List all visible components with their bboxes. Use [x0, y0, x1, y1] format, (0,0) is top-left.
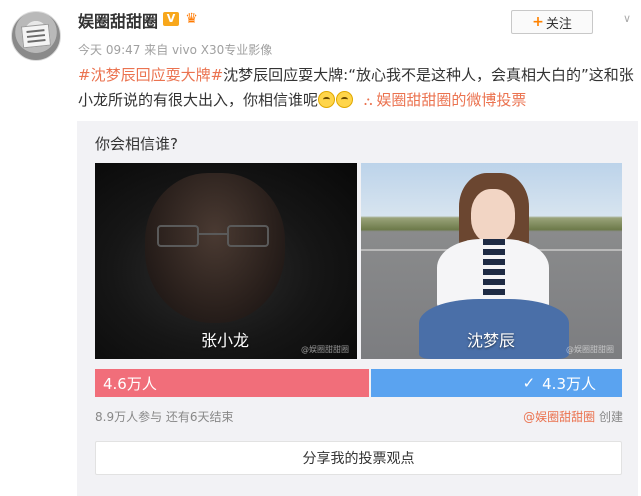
- image-watermark: @娱圈甜甜圈: [301, 345, 349, 354]
- poll-question: 你会相信谁?: [95, 135, 178, 153]
- post-meta: 今天 09:47 来自 vivo X30专业影像: [78, 43, 273, 57]
- poll-result-bar-zhang[interactable]: 4.6万人: [95, 369, 369, 397]
- image-watermark: @娱圈甜甜圈: [566, 345, 614, 354]
- man-face-graphic: [145, 173, 285, 323]
- check-icon: ✓: [522, 374, 536, 392]
- smile-emoji-icon: [336, 91, 354, 108]
- poll-option-label: 张小龙: [201, 331, 250, 350]
- avatar[interactable]: [11, 11, 61, 61]
- poll-stats: 8.9万人参与 还有6天结束: [95, 410, 234, 424]
- poll-option-label: 沈梦辰: [467, 331, 516, 350]
- poll-votes: 4.6万人: [103, 374, 157, 393]
- post-text: #沈梦辰回应耍大牌#沈梦辰回应耍大牌:“放心我不是这种人，会真相大白的”这和张小…: [78, 63, 636, 114]
- poll-icon: ⛬: [364, 94, 373, 108]
- verified-v-icon: V: [163, 12, 179, 26]
- avatar-paper-graphic: [20, 23, 52, 49]
- username[interactable]: 娱圈甜甜圈: [78, 8, 158, 32]
- share-vote-button[interactable]: 分享我的投票观点: [95, 441, 622, 475]
- poll-creator: @娱圈甜甜圈 创建: [523, 408, 623, 425]
- follow-label: 关注: [545, 16, 572, 32]
- plus-icon: +: [532, 14, 544, 30]
- smile-emoji-icon: [318, 91, 336, 108]
- poll-option-image-zhang[interactable]: 张小龙 @娱圈甜甜圈: [95, 163, 357, 359]
- poll-votes: 4.3万人: [542, 374, 596, 393]
- crown-icon: ♛: [185, 11, 198, 27]
- glasses-graphic: [157, 225, 277, 247]
- poll-card: 你会相信谁? 张小龙 @娱圈甜甜圈 沈梦辰 @娱圈甜甜圈 4.6万人 ✓ 4.3…: [77, 121, 638, 496]
- poll-link[interactable]: ⛬ 娱圈甜甜圈的微博投票: [364, 91, 526, 109]
- creator-suffix: 创建: [595, 410, 623, 424]
- follow-button[interactable]: + 关注: [511, 10, 593, 34]
- hashtag-link[interactable]: #沈梦辰回应耍大牌#: [78, 66, 223, 84]
- poll-result-bar-shen[interactable]: ✓ 4.3万人: [371, 369, 622, 397]
- poll-option-image-shen[interactable]: 沈梦辰 @娱圈甜甜圈: [361, 163, 622, 359]
- poll-link-label: 娱圈甜甜圈的微博投票: [376, 91, 527, 109]
- chevron-down-icon[interactable]: ∨: [620, 12, 634, 26]
- creator-link[interactable]: @娱圈甜甜圈: [523, 410, 595, 424]
